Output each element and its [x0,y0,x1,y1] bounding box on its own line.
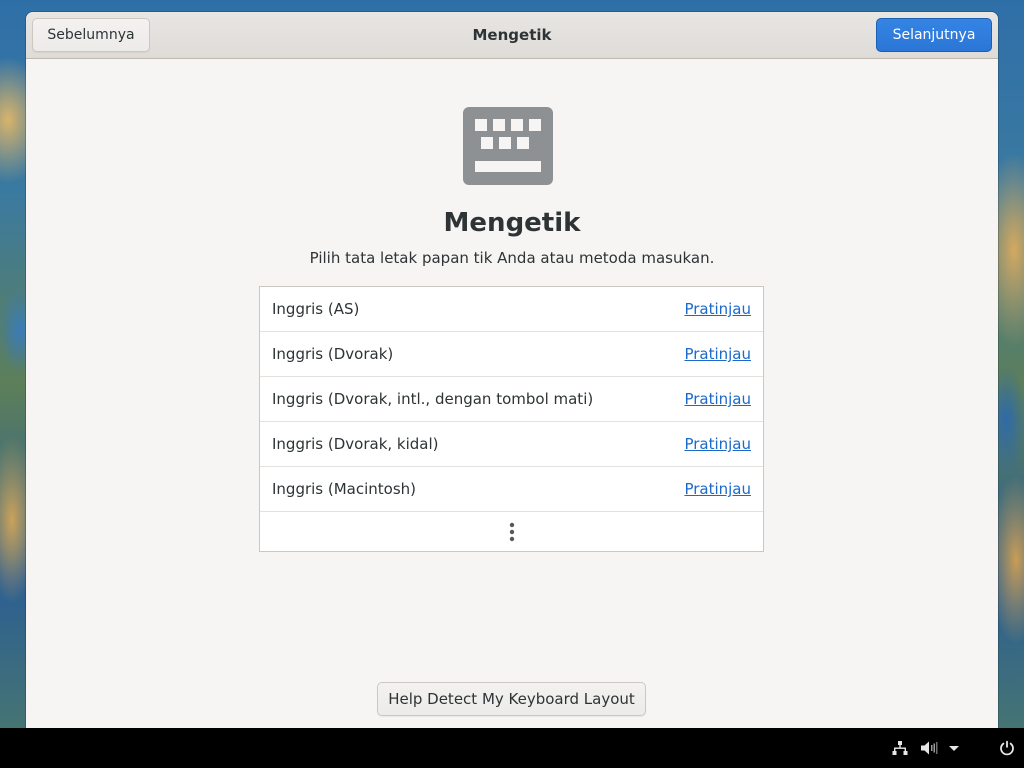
layout-name: Inggris (Dvorak, intl., dengan tombol ma… [272,390,594,408]
next-button[interactable]: Selanjutnya [876,18,992,52]
layout-row-inggris-dvorak-kidal[interactable]: Inggris (Dvorak, kidal) Pratinjau [260,422,763,467]
layout-name: Inggris (AS) [272,300,360,318]
page-subtitle: Pilih tata letak papan tik Anda atau met… [309,249,715,267]
more-vertical-icon [509,522,514,541]
previous-button[interactable]: Sebelumnya [32,18,150,52]
window-title: Mengetik [472,26,552,44]
power-icon[interactable] [999,740,1015,756]
layout-name: Inggris (Dvorak, kidal) [272,435,439,453]
preview-link[interactable]: Pratinjau [684,332,751,376]
detect-keyboard-layout-button[interactable]: Help Detect My Keyboard Layout [377,682,646,716]
preview-link[interactable]: Pratinjau [684,467,751,511]
layout-name: Inggris (Macintosh) [272,480,417,498]
header-bar: Sebelumnya Mengetik Selanjutnya [26,12,998,59]
keyboard-layout-list: Inggris (AS) Pratinjau Inggris (Dvorak) … [259,286,764,552]
initial-setup-window: Sebelumnya Mengetik Selanjutnya Mengetik… [26,12,998,728]
show-more-layouts-button[interactable] [260,512,763,551]
dropdown-arrow-icon[interactable] [948,740,960,756]
preview-link[interactable]: Pratinjau [684,287,751,331]
layout-row-inggris-dvorak-intl[interactable]: Inggris (Dvorak, intl., dengan tombol ma… [260,377,763,422]
layout-row-inggris-dvorak[interactable]: Inggris (Dvorak) Pratinjau [260,332,763,377]
volume-icon[interactable] [920,740,938,756]
layout-row-inggris-macintosh[interactable]: Inggris (Macintosh) Pratinjau [260,467,763,512]
preview-link[interactable]: Pratinjau [684,377,751,421]
page-title: Mengetik [443,208,581,238]
layout-row-inggris-as[interactable]: Inggris (AS) Pratinjau [260,287,763,332]
layout-name: Inggris (Dvorak) [272,345,394,363]
network-icon[interactable] [892,740,908,756]
preview-link[interactable]: Pratinjau [684,422,751,466]
keyboard-icon [463,107,553,185]
bottom-panel [0,728,1024,768]
